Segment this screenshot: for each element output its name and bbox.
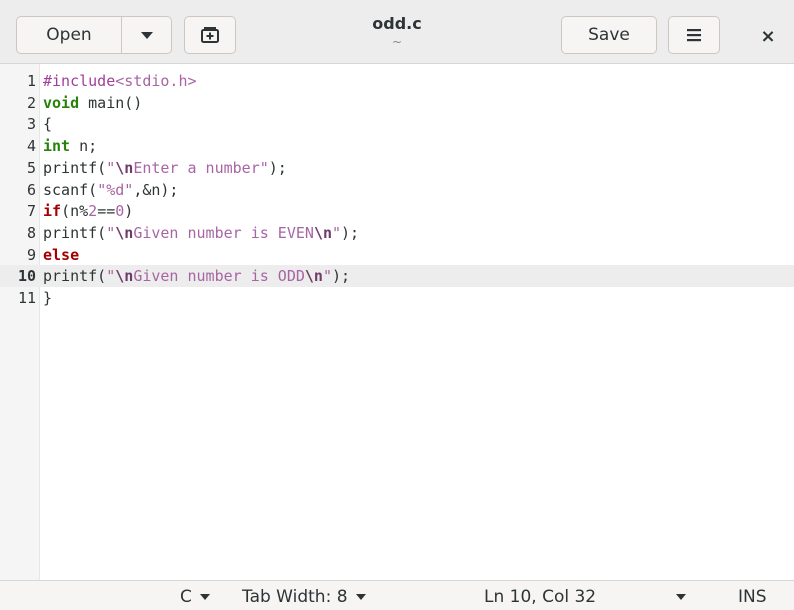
code-line[interactable]: 7 if(n%2==0) <box>0 200 794 222</box>
code-token: else <box>43 245 80 264</box>
new-tab-icon <box>201 27 219 43</box>
line-code: } <box>43 287 52 309</box>
code-token: 0 <box>115 202 125 221</box>
line-number: 4 <box>26 137 36 156</box>
line-number: 6 <box>26 180 36 199</box>
code-line[interactable]: 6 scanf("%d",&n); <box>0 179 794 201</box>
code-line[interactable]: 5 printf("\nEnter a number"); <box>0 157 794 179</box>
code-token: Given number is EVEN <box>133 223 314 242</box>
code-token: " <box>322 267 332 286</box>
status-bar: C Tab Width: 8 Ln 10, Col 32 INS <box>0 580 794 610</box>
cursor-position-label: Ln 10, Col 32 <box>484 587 597 607</box>
code-line[interactable]: 3{ <box>0 113 794 135</box>
code-line[interactable]: 8 printf("\nGiven number is EVEN\n"); <box>0 222 794 244</box>
line-number: 2 <box>26 93 36 112</box>
code-token: printf( <box>43 158 107 177</box>
header-bar: Open odd.c ~ Save × <box>0 0 794 64</box>
code-token: <stdio.h> <box>115 72 197 90</box>
hamburger-menu-icon <box>687 29 701 42</box>
code-token: (n% <box>61 202 89 221</box>
code-token: 2 <box>88 202 98 221</box>
line-code: { <box>43 113 52 135</box>
line-code: printf("\nEnter a number"); <box>43 157 287 179</box>
code-token: int <box>43 137 71 156</box>
line-number: 11 <box>17 289 36 307</box>
line-code: else <box>43 244 79 266</box>
title-area: odd.c ~ <box>300 14 494 49</box>
chevron-down-icon <box>676 594 686 600</box>
close-button[interactable]: × <box>750 22 786 50</box>
code-token: " <box>106 267 116 286</box>
line-number: 3 <box>26 115 36 134</box>
code-line[interactable]: 10 printf("\nGiven number is ODD\n"); <box>0 265 794 288</box>
save-button[interactable]: Save <box>561 16 657 54</box>
code-token: main() <box>79 93 143 112</box>
code-token: ); <box>268 158 287 177</box>
chevron-down-icon <box>199 594 210 600</box>
code-editor[interactable]: 1 #include<stdio.h> 2 void main() 3{4 int n; 5… <box>0 64 794 580</box>
insert-mode-label: INS <box>738 587 767 607</box>
code-token: } <box>43 289 53 307</box>
close-icon: × <box>760 25 776 47</box>
code-token: { <box>43 115 53 134</box>
open-button[interactable]: Open <box>17 17 121 53</box>
code-line[interactable]: 4 int n; <box>0 135 794 157</box>
code-line[interactable]: 2 void main() <box>0 92 794 114</box>
open-button-group[interactable]: Open <box>16 16 172 54</box>
code-token: n; <box>70 137 98 156</box>
document-title: odd.c <box>372 14 422 33</box>
new-tab-button[interactable] <box>184 16 236 54</box>
code-token: Given number is ODD <box>133 267 305 286</box>
code-token: Enter a number" <box>133 158 269 177</box>
code-token: == <box>97 202 116 221</box>
line-number: 1 <box>26 72 36 90</box>
tab-width-label: Tab Width: 8 <box>242 587 348 607</box>
chevron-down-icon <box>355 594 366 600</box>
line-number: 8 <box>26 223 36 242</box>
code-token: ) <box>124 202 134 221</box>
code-token: ); <box>332 267 351 286</box>
open-dropdown-button[interactable] <box>122 17 172 53</box>
tab-width-selector[interactable]: Tab Width: 8 <box>242 585 366 609</box>
code-token: #include <box>43 72 116 90</box>
code-line[interactable]: 11} <box>0 287 794 309</box>
language-label: C <box>180 587 192 607</box>
line-code: if(n%2==0) <box>43 200 133 222</box>
language-selector[interactable]: C <box>180 585 210 609</box>
line-code: int n; <box>43 135 97 157</box>
code-token: if <box>43 202 62 221</box>
code-token: ,&n); <box>133 180 179 199</box>
code-line[interactable]: 1 #include<stdio.h> <box>0 70 794 92</box>
code-token: printf( <box>43 223 107 242</box>
line-number: 10 <box>17 267 36 286</box>
code-token: "%d" <box>97 180 134 199</box>
code-token: scanf( <box>43 180 98 199</box>
line-number: 7 <box>26 202 36 221</box>
chevron-down-icon <box>141 31 153 39</box>
code-token: \n <box>115 267 134 286</box>
code-token: ); <box>341 223 360 242</box>
code-line[interactable]: 9 else <box>0 244 794 266</box>
line-code: #include<stdio.h> <box>43 70 197 92</box>
line-code: void main() <box>43 92 142 114</box>
line-code: printf("\nGiven number is EVEN\n"); <box>43 222 359 244</box>
position-dropdown[interactable] <box>676 585 686 609</box>
line-code: printf("\nGiven number is ODD\n"); <box>43 265 350 287</box>
code-token: printf( <box>43 267 107 286</box>
cursor-position[interactable]: Ln 10, Col 32 <box>484 585 596 609</box>
code-token: " <box>106 223 116 242</box>
document-path: ~ <box>391 35 403 49</box>
line-code: scanf("%d",&n); <box>43 179 178 201</box>
code-token: " <box>332 223 342 242</box>
code-token: void <box>43 93 80 112</box>
code-token: \n <box>304 267 323 286</box>
line-number: 9 <box>26 245 36 264</box>
code-token: \n <box>313 223 332 242</box>
code-token: " <box>106 158 116 177</box>
line-number: 5 <box>26 158 36 177</box>
main-menu-button[interactable] <box>668 16 720 54</box>
code-token: \n <box>115 223 134 242</box>
code-token: \n <box>115 158 134 177</box>
insert-mode-indicator[interactable]: INS <box>738 585 767 609</box>
